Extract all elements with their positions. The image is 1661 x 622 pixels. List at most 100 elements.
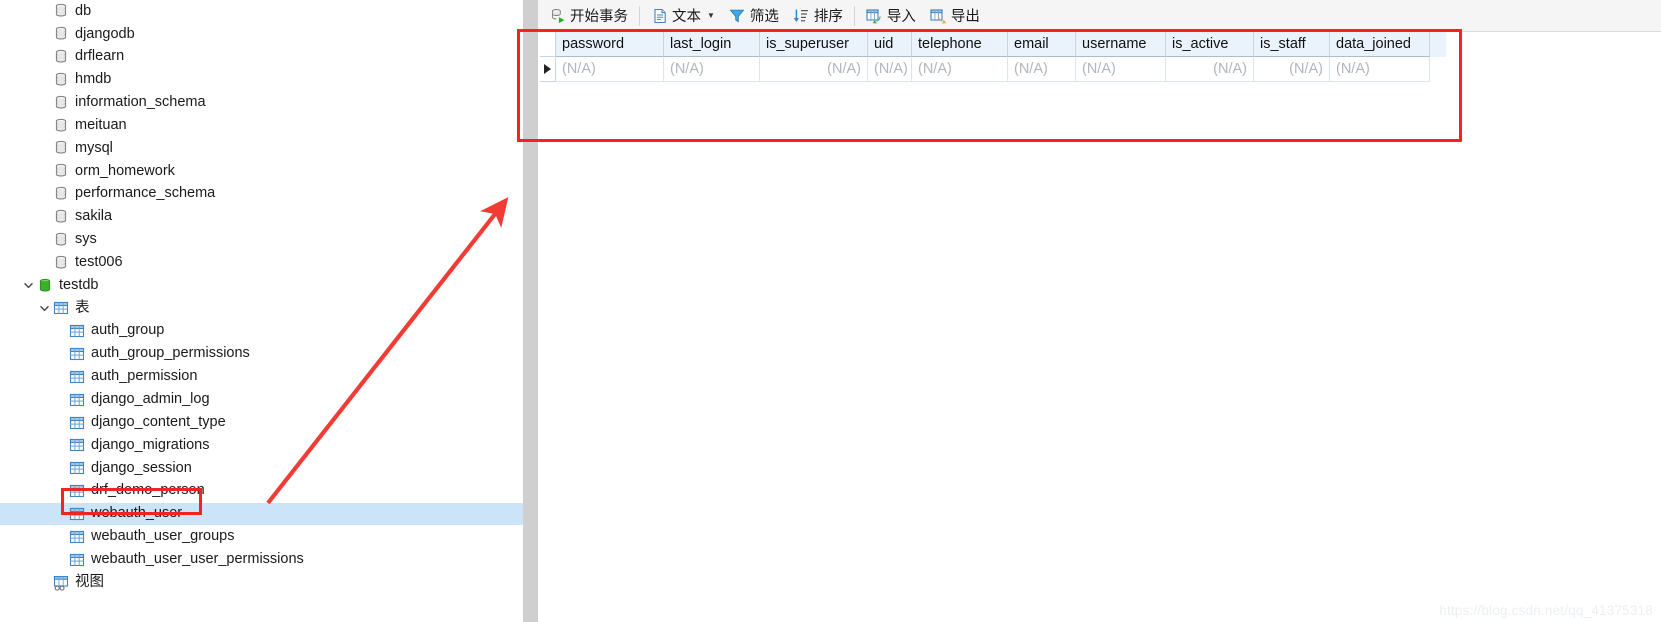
grid-column-header-last_login[interactable]: last_login: [664, 32, 760, 57]
tree-item-drflearn[interactable]: drflearn: [0, 46, 523, 69]
site-watermark: https://blog.csdn.net/qq_41375318: [1439, 603, 1653, 618]
tree-item-label: mysql: [75, 139, 113, 156]
database-icon: [52, 140, 69, 157]
tree-item-label: meituan: [75, 116, 127, 133]
toolbar-button-排序[interactable]: 排序: [786, 3, 850, 29]
grid-cell-telephone[interactable]: (N/A): [912, 57, 1008, 82]
toolbar-button-筛选[interactable]: 筛选: [722, 3, 786, 29]
grid-column-header-is_active[interactable]: is_active: [1166, 32, 1254, 57]
table-icon: [68, 391, 85, 408]
grid-column-header-data_joined[interactable]: data_joined: [1330, 32, 1430, 57]
table-icon: [68, 414, 85, 431]
tree-item-performance_schema[interactable]: performance_schema: [0, 183, 523, 206]
tree-item-django_content_type[interactable]: django_content_type: [0, 411, 523, 434]
tree-item-hmdb[interactable]: hmdb: [0, 69, 523, 92]
text-icon: [651, 7, 668, 24]
tree-item-label: webauth_user: [91, 505, 183, 522]
tree-item-meituan[interactable]: meituan: [0, 114, 523, 137]
tree-item-表[interactable]: 表: [0, 297, 523, 320]
database-tree-panel[interactable]: db djangodb drflearn hmdb information_sc…: [0, 0, 523, 622]
grid-cell-username[interactable]: (N/A): [1076, 57, 1166, 82]
tree-item-webauth_user_user_permissions[interactable]: webauth_user_user_permissions: [0, 548, 523, 571]
tree-item-label: test006: [75, 253, 123, 270]
tree-item-label: testdb: [59, 276, 99, 293]
toolbar-separator: [639, 5, 640, 26]
grid-cell-last_login[interactable]: (N/A): [664, 57, 760, 82]
table-icon: [68, 505, 85, 522]
database-icon: [52, 117, 69, 134]
tree-item-information_schema[interactable]: information_schema: [0, 91, 523, 114]
chevron-down-icon[interactable]: [36, 303, 52, 314]
database-icon-connected: [36, 277, 53, 294]
grid-column-header-telephone[interactable]: telephone: [912, 32, 1008, 57]
tree-item-label: 视图: [75, 573, 104, 590]
database-icon: [52, 3, 69, 20]
tree-item-djangodb[interactable]: djangodb: [0, 23, 523, 46]
tree-item-视图[interactable]: 视图: [0, 571, 523, 594]
grid-cell-data_joined[interactable]: (N/A): [1330, 57, 1430, 82]
tree-item-testdb[interactable]: testdb: [0, 274, 523, 297]
tree-item-drf_demo_person[interactable]: drf_demo_person: [0, 480, 523, 503]
tree-item-orm_homework[interactable]: orm_homework: [0, 160, 523, 183]
grid-cell-is_superuser[interactable]: (N/A): [760, 57, 868, 82]
toolbar-button-导入[interactable]: 导入: [859, 3, 923, 29]
tree-item-label: performance_schema: [75, 185, 216, 202]
toolbar-button-label: 导出: [950, 9, 980, 25]
table-icon: [68, 460, 85, 477]
grid-column-header-password[interactable]: password: [556, 32, 664, 57]
grid-cell-uid[interactable]: (N/A): [868, 57, 912, 82]
table-icon: [68, 551, 85, 568]
current-row-arrow-icon: [544, 64, 551, 74]
tree-item-sakila[interactable]: sakila: [0, 206, 523, 229]
grid-header-row: password last_login is_superuser uid telepho…: [540, 32, 1446, 57]
tree-item-db[interactable]: db: [0, 0, 523, 23]
tree-item-label: sakila: [75, 208, 113, 225]
chevron-down-icon[interactable]: [20, 280, 36, 291]
tree-item-mysql[interactable]: mysql: [0, 137, 523, 160]
filter-icon: [729, 7, 746, 24]
grid-column-header-email[interactable]: email: [1008, 32, 1076, 57]
grid-column-header-username[interactable]: username: [1076, 32, 1166, 57]
tree-item-label: django_migrations: [91, 436, 210, 453]
tree-item-webauth_user_groups[interactable]: webauth_user_groups: [0, 525, 523, 548]
toolbar-button-label: 导入: [886, 9, 916, 25]
toolbar-button-导出[interactable]: 导出: [923, 3, 987, 29]
tree-vertical-scrollbar[interactable]: [523, 0, 538, 622]
tree-item-django_migrations[interactable]: django_migrations: [0, 434, 523, 457]
grid-column-header-is_staff[interactable]: is_staff: [1254, 32, 1330, 57]
sort-icon: [793, 7, 810, 24]
data-toolbar: 开始事务 文本 ▼ 筛选 排序 导入 导出: [538, 0, 1661, 32]
grid-cell-password[interactable]: (N/A): [556, 57, 664, 82]
grid-cell-is_active[interactable]: (N/A): [1166, 57, 1254, 82]
row-marker-gutter[interactable]: [540, 57, 556, 82]
tree-item-webauth_user[interactable]: webauth_user: [0, 502, 523, 526]
tree-item-label: db: [75, 2, 92, 19]
toolbar-button-label: 筛选: [749, 9, 779, 25]
tree-item-auth_permission[interactable]: auth_permission: [0, 366, 523, 389]
grid-cell-is_staff[interactable]: (N/A): [1254, 57, 1330, 82]
toolbar-button-label: 文本: [672, 9, 701, 25]
export-icon: [930, 7, 947, 24]
grid-column-header-uid[interactable]: uid: [868, 32, 912, 57]
tree-item-django_session[interactable]: django_session: [0, 457, 523, 480]
toolbar-button-开始事务[interactable]: 开始事务: [542, 3, 635, 29]
grid-column-header-is_superuser[interactable]: is_superuser: [760, 32, 868, 57]
table-icon: [68, 323, 85, 340]
data-pane: 开始事务 文本 ▼ 筛选 排序 导入 导出 password last_logi…: [538, 0, 1661, 622]
chevron-down-icon[interactable]: ▼: [707, 11, 715, 20]
tree-item-auth_group_permissions[interactable]: auth_group_permissions: [0, 343, 523, 366]
toolbar-button-文本[interactable]: 文本 ▼: [644, 3, 722, 29]
tree-item-label: auth_permission: [91, 368, 198, 385]
tree-item-auth_group[interactable]: auth_group: [0, 320, 523, 343]
tree-item-label: auth_group: [91, 322, 165, 339]
tree-item-label: hmdb: [75, 71, 112, 88]
grid-cell-email[interactable]: (N/A): [1008, 57, 1076, 82]
tree-item-sys[interactable]: sys: [0, 228, 523, 251]
table-row[interactable]: (N/A) (N/A) (N/A) (N/A) (N/A) (N/A) (N/A) (N/A)…: [540, 57, 1446, 82]
tree-item-label: webauth_user_groups: [91, 528, 235, 545]
tree-item-django_admin_log[interactable]: django_admin_log: [0, 388, 523, 411]
tree-item-test006[interactable]: test006: [0, 251, 523, 274]
data-grid[interactable]: password last_login is_superuser uid telepho…: [540, 32, 1446, 82]
tree-item-label: drf_demo_person: [91, 482, 205, 499]
tree-item-label: information_schema: [75, 94, 206, 111]
